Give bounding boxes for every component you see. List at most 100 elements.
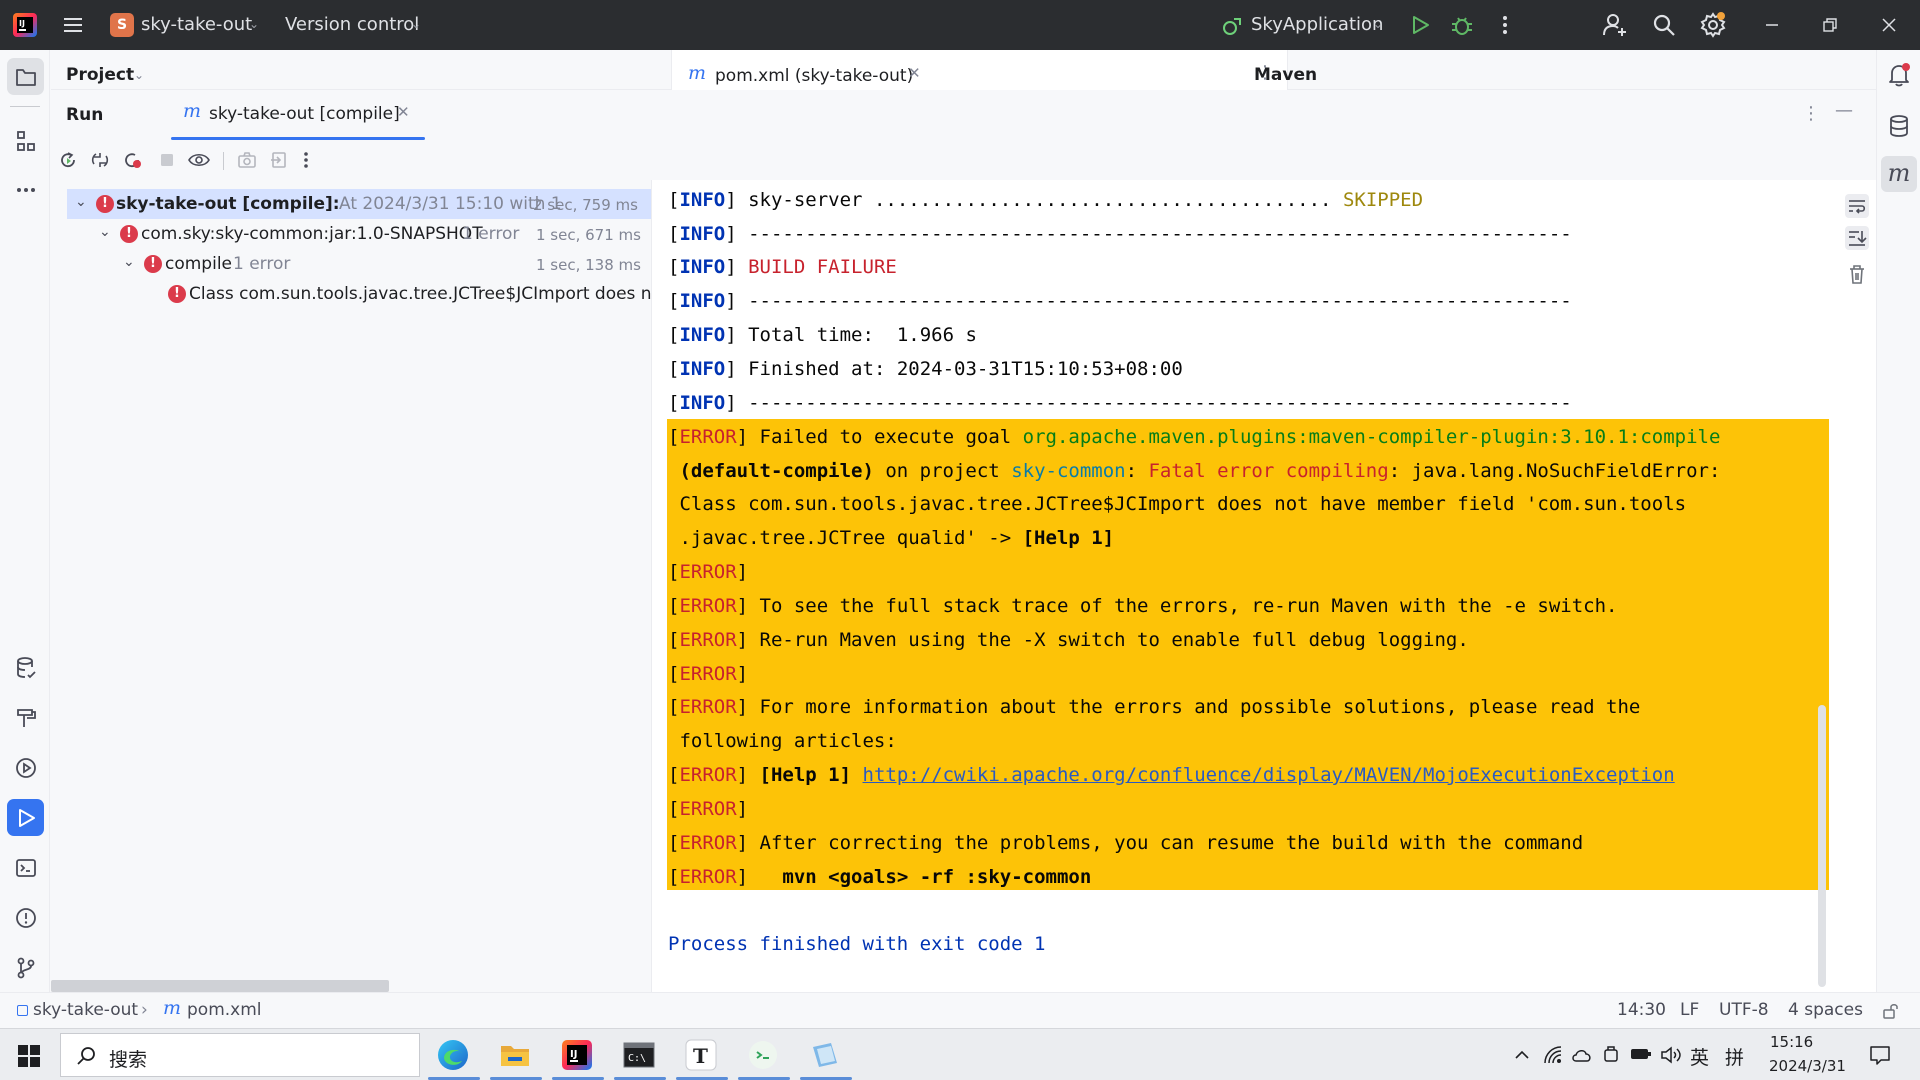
minimize-icon[interactable] xyxy=(1764,20,1780,30)
soft-wrap-icon[interactable] xyxy=(1845,194,1869,218)
screenshot-camera-icon[interactable] xyxy=(237,150,257,170)
tree-horizontal-scrollbar[interactable] xyxy=(51,980,389,992)
error-tag: ERROR xyxy=(679,595,737,617)
chevron-down-icon[interactable]: ⌄ xyxy=(249,17,259,31)
code-app-icon[interactable] xyxy=(743,1035,783,1075)
maven-panel-title[interactable]: Maven xyxy=(1254,65,1317,85)
file-encoding[interactable]: UTF-8 xyxy=(1719,1000,1769,1020)
terminal-tool-button[interactable] xyxy=(7,849,44,886)
project-name-text: sky-common xyxy=(1011,460,1126,482)
console-line: [ERROR] [Help 1] http://cwiki.apache.org… xyxy=(668,764,1675,786)
close-window-icon[interactable] xyxy=(1881,17,1897,33)
editor-tab-pom[interactable]: m pom.xml (sky-take-out) ✕ ⋮ xyxy=(671,50,1288,90)
structure-tool-button[interactable] xyxy=(7,122,44,159)
build-tool-button[interactable] xyxy=(7,699,44,736)
problems-tool-button[interactable] xyxy=(7,899,44,936)
volume-speaker-icon[interactable] xyxy=(1660,1045,1682,1065)
error-tag: ERROR xyxy=(679,764,737,786)
clear-trash-icon[interactable] xyxy=(1847,264,1867,286)
database-panel-icon[interactable] xyxy=(1887,113,1911,139)
tree-compile-label: compile xyxy=(165,254,233,274)
line-separator[interactable]: LF xyxy=(1680,1000,1699,1020)
stop-icon[interactable] xyxy=(157,150,177,170)
run-config-selector[interactable]: SkyApplication xyxy=(1251,14,1383,35)
taskbar-search-box[interactable]: 搜索 xyxy=(60,1033,420,1077)
caret-position[interactable]: 14:30 xyxy=(1617,1000,1666,1020)
more-actions-icon[interactable] xyxy=(1497,14,1513,36)
indent-setting[interactable]: 4 spaces xyxy=(1788,1000,1863,1020)
onedrive-cloud-icon[interactable] xyxy=(1571,1046,1593,1064)
main-menu-icon[interactable] xyxy=(62,14,84,36)
chevron-down-icon[interactable]: ⌄ xyxy=(411,17,421,31)
clock-time[interactable]: 15:16 xyxy=(1770,1033,1813,1051)
chevron-down-icon[interactable]: ⌄ xyxy=(123,254,135,270)
project-tool-button[interactable] xyxy=(7,58,44,95)
tree-row-module[interactable]: ⌄ ! com.sky:sky-common:jar:1.0-SNAPSHOT … xyxy=(67,219,651,249)
settings-gear-icon[interactable] xyxy=(1700,12,1726,38)
more-tools-icon[interactable] xyxy=(7,171,44,208)
run-icon[interactable] xyxy=(1408,13,1432,37)
battery-icon[interactable] xyxy=(1630,1047,1652,1061)
intellij-taskbar-icon[interactable]: IJ xyxy=(557,1035,597,1075)
add-user-icon[interactable] xyxy=(1602,12,1628,38)
chevron-down-icon[interactable]: ⌄ xyxy=(99,224,111,240)
ime-mode-indicator[interactable]: 拼 xyxy=(1725,1043,1744,1070)
intellij-logo-icon[interactable]: IJ xyxy=(12,12,38,38)
run-config-icon[interactable] xyxy=(1221,15,1243,37)
services-tool-button[interactable] xyxy=(7,749,44,786)
project-panel-title[interactable]: Project xyxy=(66,65,134,85)
run-tool-button[interactable] xyxy=(7,799,44,836)
windows-start-icon[interactable] xyxy=(18,1045,40,1067)
lock-open-icon[interactable] xyxy=(1882,1002,1900,1020)
restore-icon[interactable] xyxy=(1822,17,1838,33)
export-icon[interactable] xyxy=(269,150,289,170)
run-options-icon[interactable]: ⋮ xyxy=(1802,103,1820,124)
clock-date[interactable]: 2024/3/31 xyxy=(1769,1057,1846,1075)
security-shield-icon[interactable] xyxy=(1602,1045,1620,1065)
breadcrumb-project[interactable]: sky-take-out xyxy=(33,1000,138,1020)
tree-row-root[interactable]: ⌄ ! sky-take-out [compile]: At 2024/3/31… xyxy=(67,189,651,219)
toolbar-more-icon[interactable] xyxy=(300,150,312,170)
edge-browser-icon[interactable] xyxy=(433,1035,473,1075)
scroll-to-end-icon[interactable] xyxy=(1845,226,1869,250)
debug-icon[interactable] xyxy=(1450,13,1474,37)
database-tool-button[interactable] xyxy=(7,649,44,686)
project-name-button[interactable]: sky-take-out xyxy=(141,14,252,35)
notification-center-icon[interactable] xyxy=(1869,1044,1891,1066)
terminal-taskbar-icon[interactable]: C:\ xyxy=(619,1035,659,1075)
error-tag: ERROR xyxy=(679,696,737,718)
ime-language-indicator[interactable]: 英 xyxy=(1690,1043,1709,1070)
git-tool-button[interactable] xyxy=(7,949,44,986)
typora-icon[interactable]: T xyxy=(681,1035,721,1075)
build-failure-label: BUILD FAILURE xyxy=(748,256,897,278)
project-badge-icon[interactable]: S xyxy=(110,13,134,37)
breadcrumb-file[interactable]: pom.xml xyxy=(187,1000,262,1020)
toggle-offline-icon[interactable] xyxy=(90,150,110,170)
chevron-down-icon[interactable]: ⌄ xyxy=(1373,17,1383,31)
maven-panel-icon[interactable]: m xyxy=(1881,156,1917,192)
show-output-eye-icon[interactable] xyxy=(187,150,211,170)
hide-panel-icon[interactable]: — xyxy=(1835,100,1853,121)
wifi-icon[interactable] xyxy=(1543,1045,1563,1065)
notes-app-icon[interactable] xyxy=(805,1035,845,1075)
tree-row-error-message[interactable]: ! Class com.sun.tools.javac.tree.JCTree$… xyxy=(67,279,651,309)
help-link[interactable]: http://cwiki.apache.org/confluence/displ… xyxy=(863,764,1675,786)
close-tab-icon[interactable]: ✕ xyxy=(908,64,921,82)
close-run-tab-icon[interactable]: ✕ xyxy=(397,103,410,121)
console-output[interactable]: [INFO] sky-server ......................… xyxy=(651,180,1838,992)
run-tab-sky-take-out[interactable]: m sky-take-out [compile] ✕ xyxy=(171,90,425,140)
rerun-icon[interactable] xyxy=(58,150,78,170)
tray-chevron-up-icon[interactable] xyxy=(1513,1046,1531,1064)
toolbar-divider xyxy=(223,152,224,170)
chevron-down-icon[interactable]: ⌄ xyxy=(75,194,87,210)
console-text: Re-run Maven using the -X switch to enab… xyxy=(748,629,1469,651)
notifications-bell-icon[interactable] xyxy=(1887,62,1911,88)
rerun-failed-icon[interactable] xyxy=(123,150,143,170)
file-explorer-icon[interactable] xyxy=(495,1035,535,1075)
version-control-button[interactable]: Version control xyxy=(285,14,419,35)
console-vertical-scrollbar[interactable] xyxy=(1818,705,1826,987)
tree-row-compile[interactable]: ⌄ ! compile 1 error 1 sec, 138 ms xyxy=(67,249,651,279)
editor-tab-label: pom.xml (sky-take-out) xyxy=(715,66,914,86)
search-icon[interactable] xyxy=(1651,12,1677,38)
chevron-down-icon[interactable]: ⌄ xyxy=(134,68,144,82)
